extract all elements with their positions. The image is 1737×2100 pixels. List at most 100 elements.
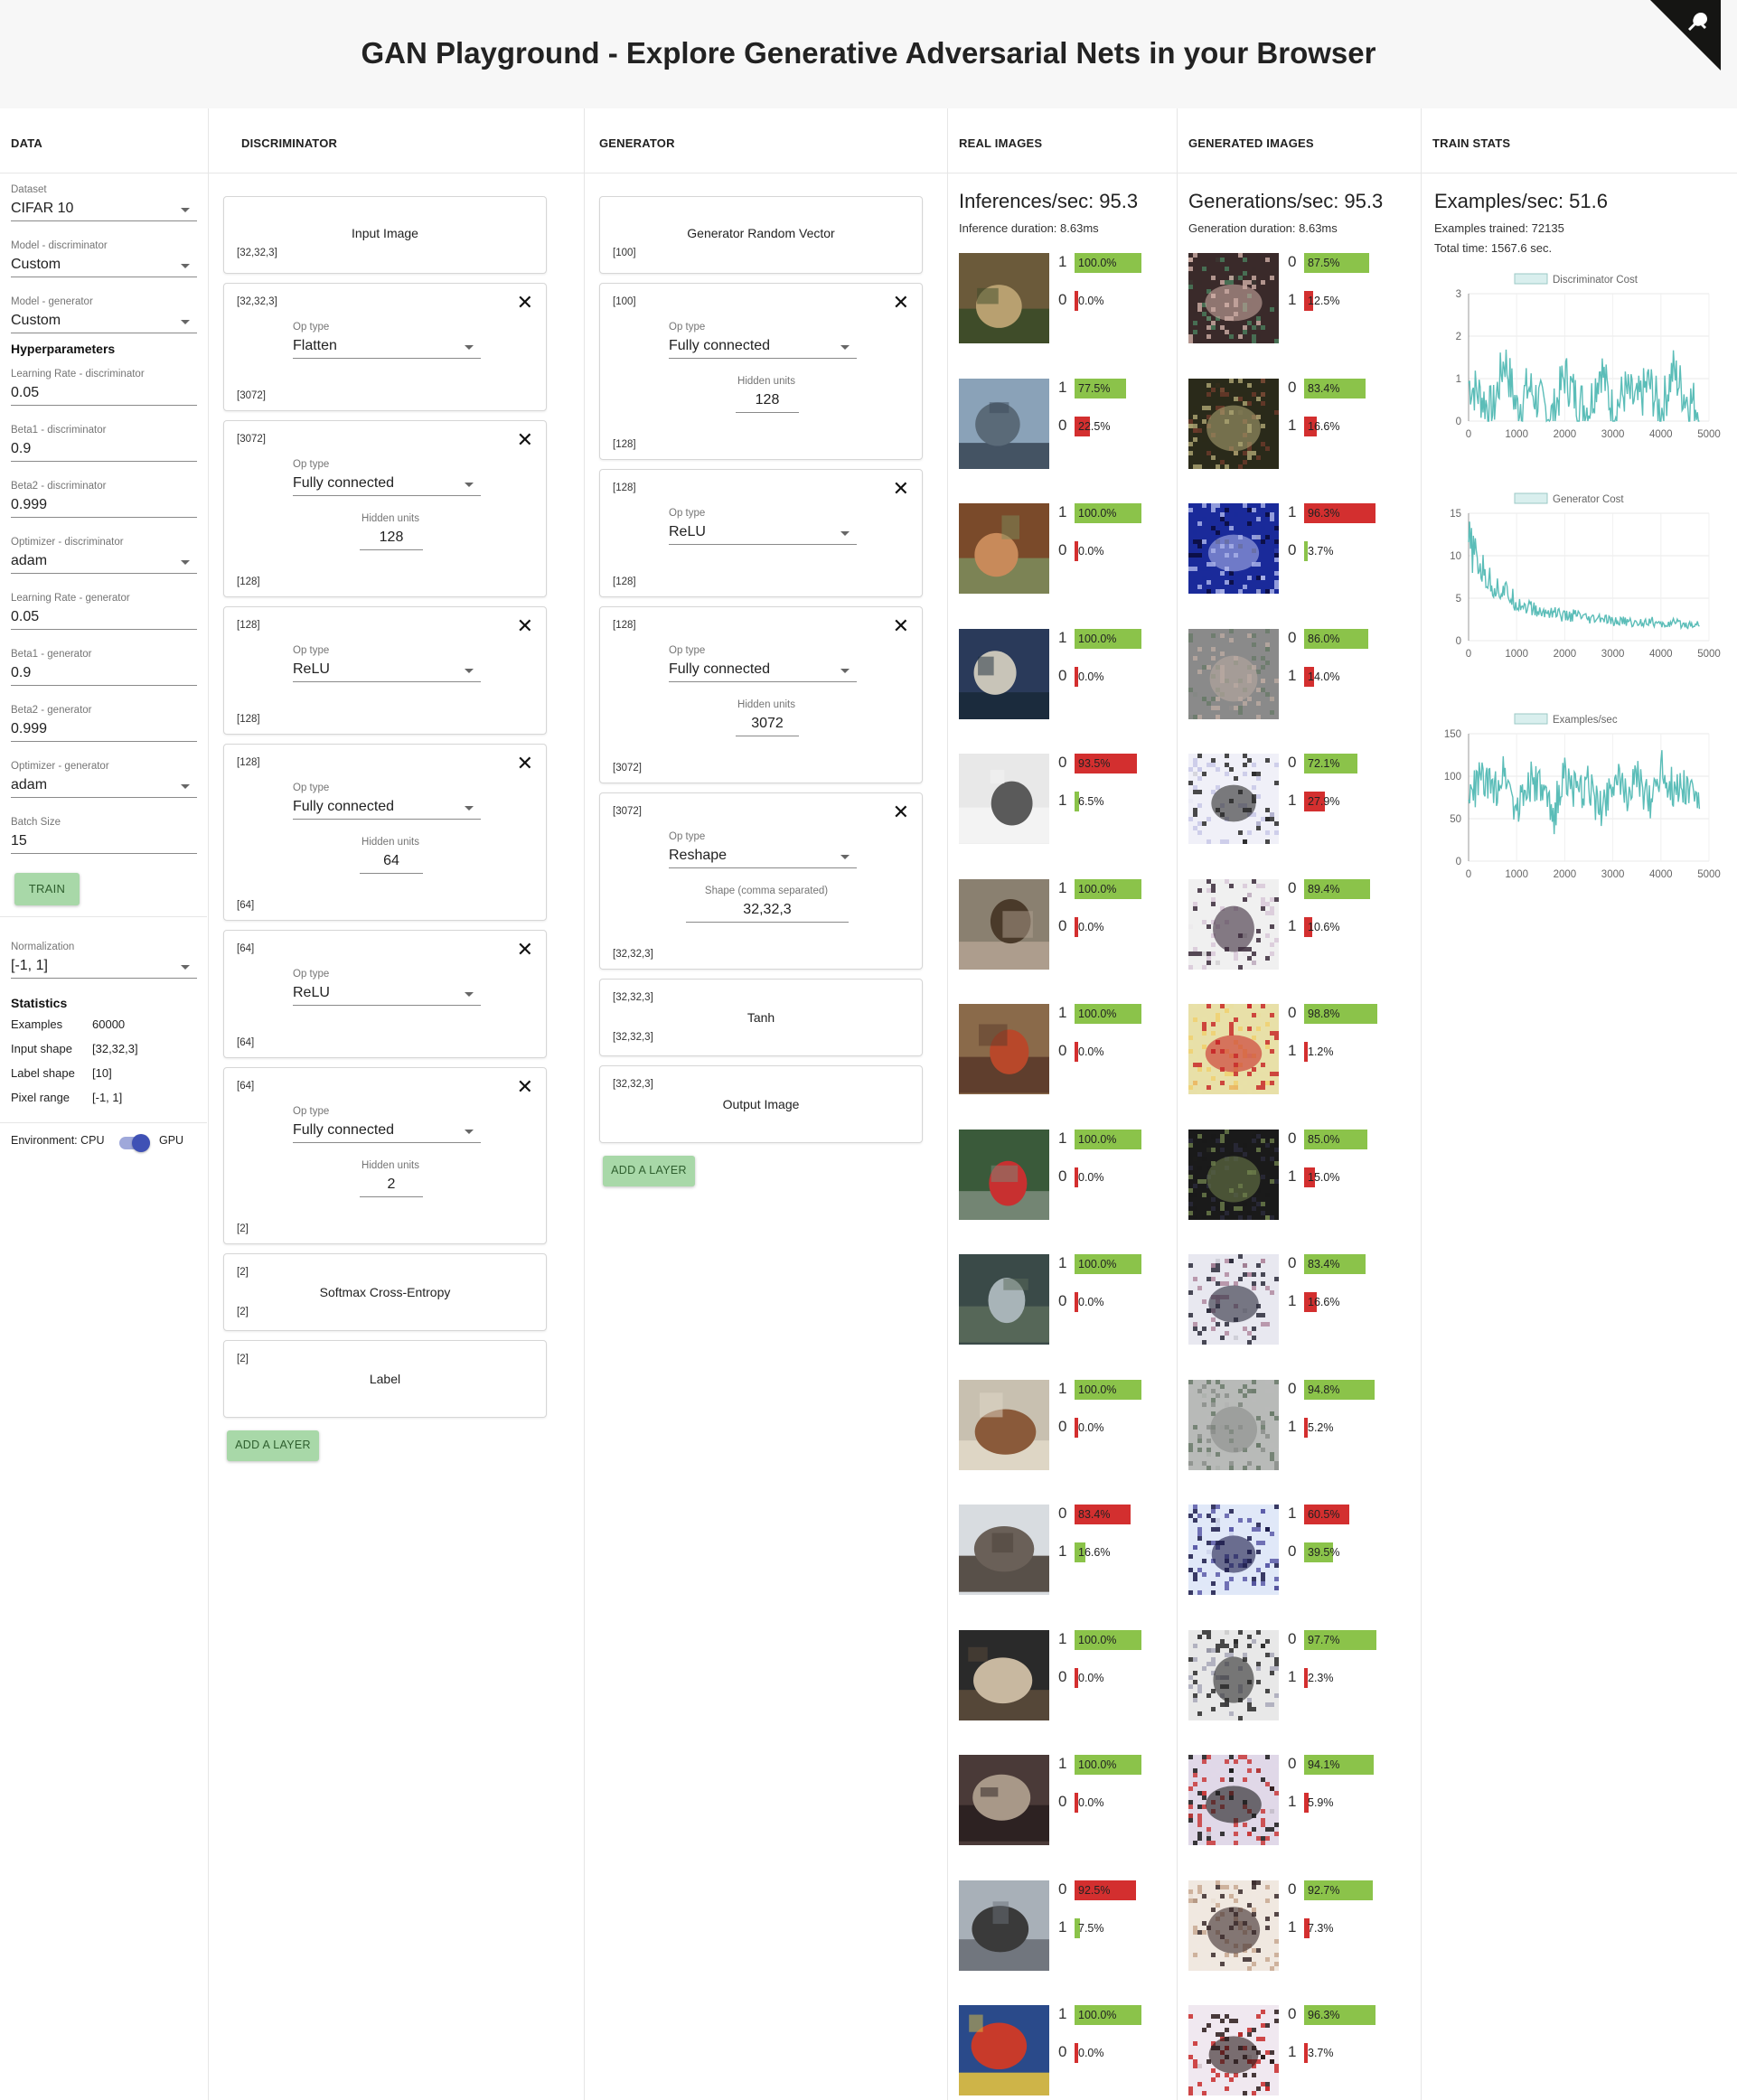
class-digit: 0 xyxy=(1288,1254,1297,1271)
hyperparameters-heading: Hyperparameters xyxy=(11,342,116,356)
legend-label: Examples/sec xyxy=(1553,715,1618,726)
generator-hidden-label: Hidden units xyxy=(737,376,795,387)
discriminator-remove-layer-close-icon[interactable]: ✕ xyxy=(517,430,533,450)
discriminator-op-chevron-down-icon[interactable] xyxy=(465,1130,474,1134)
discriminator-remove-layer-close-icon[interactable]: ✕ xyxy=(517,754,533,773)
train-button[interactable]: TRAIN xyxy=(14,873,80,905)
generated-images-column-header: GENERATED IMAGES xyxy=(1178,108,1421,173)
discriminator-op-underline xyxy=(293,495,481,496)
class-digit: 0 xyxy=(1288,1004,1297,1021)
generator-op-chevron-down-icon[interactable] xyxy=(840,531,850,536)
x-tick-label: 5000 xyxy=(1697,649,1721,660)
opt-gen-select[interactable]: adam xyxy=(11,777,47,793)
model-gen-select[interactable]: Custom xyxy=(11,313,61,329)
generator-hidden-units-input[interactable]: 3072 xyxy=(736,716,799,732)
lr-gen-input[interactable]: 0.05 xyxy=(11,609,39,625)
generator-remove-layer-close-icon[interactable]: ✕ xyxy=(893,802,909,822)
generator-op-type-select[interactable]: Fully connected xyxy=(669,661,770,678)
discriminator-op-type-select[interactable]: Fully connected xyxy=(293,1122,394,1139)
class-digit: 1 xyxy=(1058,1917,1067,1936)
chevron-down-icon[interactable] xyxy=(181,208,190,212)
discriminator-op-chevron-down-icon[interactable] xyxy=(465,483,474,487)
generator-layer-input-shape: [128] xyxy=(613,620,636,631)
generator-op-type-select[interactable]: Reshape xyxy=(669,848,727,864)
chevron-down-icon[interactable] xyxy=(181,320,190,324)
discriminator-input-shape: [32,32,3] xyxy=(237,248,277,258)
page-header: GAN Playground - Explore Generative Adve… xyxy=(0,0,1737,108)
discriminator-op-type-select[interactable]: ReLU xyxy=(293,661,330,678)
class-digit: 1 xyxy=(1288,503,1297,520)
probability-bar: 96.3% xyxy=(1304,503,1376,523)
batch-size-input[interactable]: 15 xyxy=(11,833,27,849)
beta1-gen-label: Beta1 - generator xyxy=(11,649,92,660)
generator-output-title: Output Image xyxy=(722,1097,800,1111)
discriminator-op-type-label: Op type xyxy=(293,783,330,793)
opt-disc-select[interactable]: adam xyxy=(11,553,47,569)
discriminator-hidden-units-input[interactable]: 2 xyxy=(360,1177,423,1193)
chevron-down-icon[interactable] xyxy=(181,784,190,789)
discriminator-op-type-select[interactable]: Fully connected xyxy=(293,799,394,815)
discriminator-layer-output-shape: [64] xyxy=(237,1037,255,1048)
discriminator-label-input-shape: [2] xyxy=(237,1354,249,1364)
discriminator-remove-layer-close-icon[interactable]: ✕ xyxy=(517,940,533,960)
class-digit: 1 xyxy=(1288,1292,1297,1309)
class-digit: 1 xyxy=(1288,1417,1297,1435)
real-image-thumbnail xyxy=(959,628,1049,728)
generator-op-type-label: Op type xyxy=(669,831,706,842)
generator-remove-layer-close-icon[interactable]: ✕ xyxy=(893,479,909,499)
discriminator-add-layer-button[interactable]: ADD A LAYER xyxy=(227,1430,319,1461)
underline xyxy=(11,978,197,979)
class-digit: 1 xyxy=(1288,1793,1297,1810)
discriminator-op-type-select[interactable]: Fully connected xyxy=(293,475,394,492)
generator-op-chevron-down-icon[interactable] xyxy=(840,855,850,859)
discriminator-op-chevron-down-icon[interactable] xyxy=(465,806,474,811)
discriminator-op-chevron-down-icon[interactable] xyxy=(465,669,474,673)
discriminator-op-chevron-down-icon[interactable] xyxy=(465,992,474,997)
generator-op-chevron-down-icon[interactable] xyxy=(840,669,850,673)
generator-remove-layer-close-icon[interactable]: ✕ xyxy=(893,616,909,636)
generator-hidden-units-input[interactable]: 128 xyxy=(736,392,799,408)
discriminator-remove-layer-close-icon[interactable]: ✕ xyxy=(517,616,533,636)
stat-pixel-range-value: [-1, 1] xyxy=(92,1091,123,1104)
beta1-gen-input[interactable]: 0.9 xyxy=(11,665,31,681)
real-image-thumbnail xyxy=(959,1880,1049,1975)
chevron-down-icon[interactable] xyxy=(181,560,190,565)
generator-op-chevron-down-icon[interactable] xyxy=(840,345,850,350)
normalization-select[interactable]: [-1, 1] xyxy=(11,958,48,974)
discriminator-hidden-units-input[interactable]: 64 xyxy=(360,853,423,869)
discriminator-remove-layer-close-icon[interactable]: ✕ xyxy=(517,293,533,313)
class-digit: 0 xyxy=(1058,1667,1067,1685)
x-tick-label: 1000 xyxy=(1505,649,1528,660)
chevron-down-icon[interactable] xyxy=(181,264,190,268)
probability-bar: 5.2% xyxy=(1304,1417,1334,1438)
generated-image-thumbnail xyxy=(1188,1755,1279,1845)
discriminator-hidden-units-input[interactable]: 128 xyxy=(360,530,423,546)
discriminator-op-type-select[interactable]: ReLU xyxy=(293,985,330,1001)
probability-bar: 92.5% xyxy=(1075,1880,1137,1900)
probability-bar: 0.0% xyxy=(1075,1167,1104,1187)
generator-op-type-select[interactable]: Fully connected xyxy=(669,338,770,354)
class-digit: 1 xyxy=(1058,378,1067,396)
github-corner-icon[interactable] xyxy=(1650,0,1721,70)
discriminator-op-chevron-down-icon[interactable] xyxy=(465,345,474,350)
generator-op-type-select[interactable]: ReLU xyxy=(669,524,706,540)
generator-hidden-units-input[interactable]: 32,32,3 xyxy=(686,902,849,918)
model-disc-select[interactable]: Custom xyxy=(11,257,61,273)
beta2-disc-input[interactable]: 0.999 xyxy=(11,497,47,513)
x-tick-label: 2000 xyxy=(1554,649,1577,660)
discriminator-hidden-underline xyxy=(360,873,423,874)
generator-remove-layer-close-icon[interactable]: ✕ xyxy=(893,293,909,313)
dataset-select[interactable]: CIFAR 10 xyxy=(11,201,73,217)
environment-toggle[interactable] xyxy=(119,1134,150,1152)
probability-bar: 100.0% xyxy=(1075,2005,1141,2025)
generator-output-input-shape: [32,32,3] xyxy=(613,1079,653,1090)
discriminator-remove-layer-close-icon[interactable]: ✕ xyxy=(517,1077,533,1097)
class-digit: 0 xyxy=(1288,1542,1297,1560)
generator-add-layer-button[interactable]: ADD A LAYER xyxy=(603,1156,695,1186)
chevron-down-icon[interactable] xyxy=(181,965,190,970)
discriminator-op-underline xyxy=(293,1005,481,1006)
lr-disc-input[interactable]: 0.05 xyxy=(11,385,39,401)
discriminator-op-type-select[interactable]: Flatten xyxy=(293,338,337,354)
beta1-disc-input[interactable]: 0.9 xyxy=(11,441,31,457)
beta2-gen-input[interactable]: 0.999 xyxy=(11,721,47,737)
